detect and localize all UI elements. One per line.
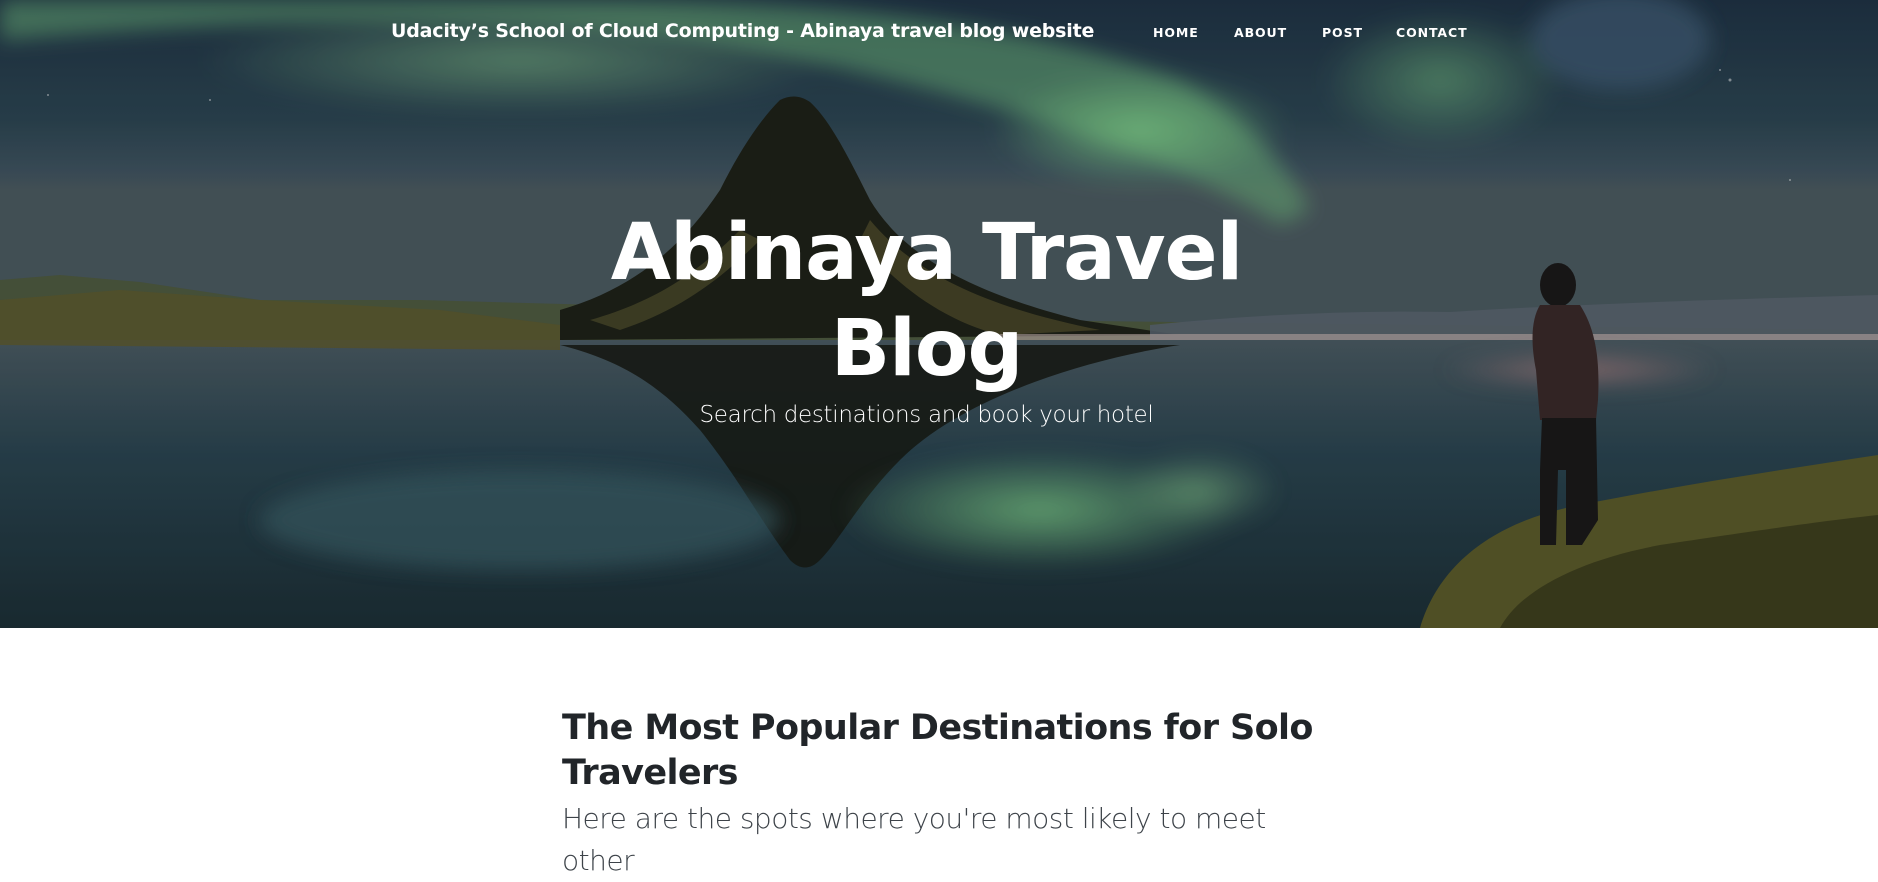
hero-title-line-2: Blog bbox=[830, 304, 1024, 394]
post-subtitle: Here are the spots where you're most lik… bbox=[562, 802, 1266, 877]
nav-link-about[interactable]: ABOUT bbox=[1234, 25, 1287, 40]
hero-title-line-1: Abinaya Travel bbox=[610, 208, 1244, 298]
nav-link-contact[interactable]: CONTACT bbox=[1396, 25, 1468, 40]
hero-section: Udacity’s School of Cloud Computing - Ab… bbox=[0, 0, 1878, 628]
site-brand-link[interactable]: Udacity’s School of Cloud Computing - Ab… bbox=[391, 20, 1094, 42]
post-preview[interactable]: The Most Popular Destinations for Solo T… bbox=[562, 706, 1322, 882]
nav-link-home[interactable]: HOME bbox=[1153, 25, 1199, 40]
hero-subtitle: Search destinations and book your hotel bbox=[699, 402, 1154, 428]
nav-link-post[interactable]: POST bbox=[1322, 25, 1363, 40]
hero-title: Abinaya Travel Blog bbox=[539, 205, 1314, 397]
main-navbar: Udacity’s School of Cloud Computing - Ab… bbox=[0, 0, 1878, 68]
post-title[interactable]: The Most Popular Destinations for Solo T… bbox=[562, 706, 1322, 796]
